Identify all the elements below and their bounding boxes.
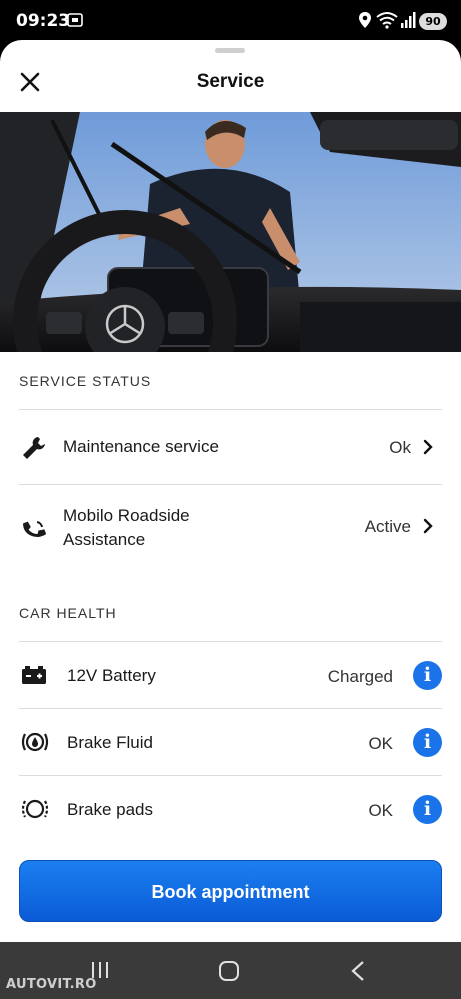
home-icon — [219, 961, 239, 981]
section-label-service-status: SERVICE STATUS — [19, 373, 152, 389]
sheet-drag-handle[interactable] — [215, 48, 245, 53]
watermark: AUTOVIT.RO — [6, 977, 97, 992]
roadside-assistance-label: Mobilo Roadside Assistance — [63, 506, 190, 549]
screenshot-icon — [66, 11, 84, 34]
service-sheet: Service SERVICE STATUS Maintenance servi… — [0, 40, 461, 942]
chevron-right-icon — [423, 439, 433, 460]
section-label-car-health: CAR HEALTH — [19, 605, 117, 621]
signal-icon — [400, 11, 416, 34]
brake-fluid-row: Brake Fluid OK i — [0, 709, 461, 775]
brake-pads-icon — [20, 796, 50, 827]
battery-row: 12V Battery Charged i — [0, 642, 461, 708]
info-button-brake-pads[interactable]: i — [413, 795, 442, 824]
system-nav-bar: AUTOVIT.RO — [0, 942, 461, 999]
status-bar: 09:23 90 — [0, 0, 461, 42]
maintenance-service-row[interactable]: Maintenance service Ok — [0, 410, 461, 484]
page-title: Service — [196, 71, 265, 92]
battery-indicator: 90 — [419, 13, 447, 30]
info-button-brake-fluid[interactable]: i — [413, 728, 442, 757]
maintenance-service-label: Maintenance service — [63, 437, 219, 456]
brake-fluid-label: Brake Fluid — [67, 733, 153, 752]
brake-pads-label: Brake pads — [67, 800, 153, 819]
wrench-icon — [20, 434, 48, 467]
brake-fluid-value: OK — [368, 734, 393, 753]
status-time: 09:23 — [16, 11, 71, 31]
location-icon — [358, 11, 372, 34]
info-button-battery[interactable]: i — [413, 661, 442, 690]
back-button[interactable] — [350, 960, 366, 987]
brake-fluid-icon — [20, 729, 50, 760]
battery-label: 12V Battery — [67, 666, 156, 685]
car-battery-icon — [20, 664, 48, 691]
maintenance-service-value: Ok — [389, 438, 411, 457]
roadside-assistance-row[interactable]: Mobilo Roadside Assistance Active — [0, 485, 461, 573]
brake-pads-row: Brake pads OK i — [0, 776, 461, 842]
home-button[interactable] — [218, 960, 240, 987]
wifi-icon — [376, 11, 398, 34]
chevron-right-icon — [423, 518, 433, 539]
roadside-phone-icon — [20, 516, 48, 549]
book-appointment-button[interactable]: Book appointment — [19, 860, 442, 922]
back-icon — [351, 961, 364, 981]
battery-value: Charged — [327, 667, 393, 686]
hero-image — [0, 112, 461, 352]
brake-pads-value: OK — [368, 801, 393, 820]
roadside-assistance-value: Active — [364, 517, 411, 536]
